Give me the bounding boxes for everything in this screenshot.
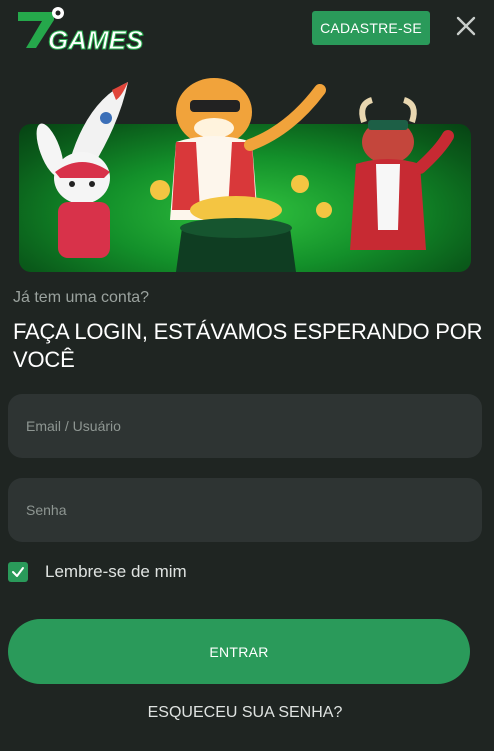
login-button[interactable]: ENTRAR <box>8 619 470 684</box>
forgot-password-link[interactable]: ESQUECEU SUA SENHA? <box>0 704 490 722</box>
password-field[interactable] <box>8 478 482 542</box>
svg-text:GAMES: GAMES <box>48 25 144 54</box>
signup-button[interactable]: CADASTRE-SE <box>312 11 430 45</box>
banner-illustration <box>36 78 454 272</box>
checkmark-icon <box>12 567 24 577</box>
remember-me-checkbox[interactable] <box>8 562 28 582</box>
bull-character-icon <box>350 97 454 250</box>
close-icon[interactable] <box>452 12 480 40</box>
remember-me-toggle[interactable]: Lembre-se de mim <box>8 561 187 583</box>
header: GAMES CADASTRE-SE <box>0 0 494 60</box>
remember-me-label: Lembre-se de mim <box>45 562 187 581</box>
login-title: FAÇA LOGIN, ESTÁVAMOS ESPERANDO POR VOCÊ <box>13 319 483 372</box>
brand-logo[interactable]: GAMES <box>14 4 166 54</box>
login-subtitle: Já tem uma conta? <box>13 289 150 306</box>
email-field[interactable] <box>8 394 482 458</box>
